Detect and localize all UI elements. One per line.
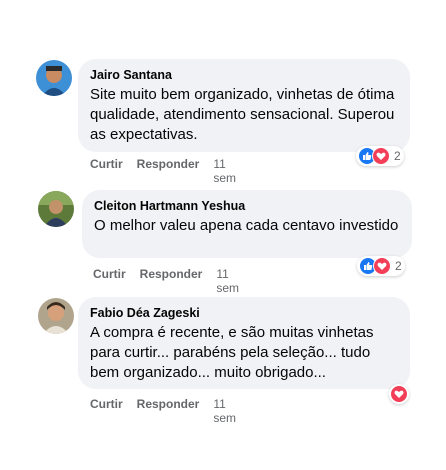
reaction-summary[interactable]: 2 [357, 256, 405, 276]
comment-timestamp[interactable]: 11 sem [216, 267, 239, 295]
reply-button[interactable]: Responder [140, 267, 203, 295]
comment-bubble: Jairo Santana Site muito bem organizado,… [78, 59, 410, 152]
reaction-count: 2 [395, 259, 402, 273]
comment-bubble: Cleiton Hartmann Yeshua O melhor valeu a… [82, 190, 412, 258]
comment-actions: Curtir Responder 11 sem [90, 397, 236, 425]
love-icon [390, 385, 408, 403]
like-button[interactable]: Curtir [90, 397, 123, 425]
reply-button[interactable]: Responder [137, 397, 200, 425]
love-icon [372, 147, 390, 165]
comment-bubble: Fabio Déa Zageski A compra é recente, e … [78, 297, 410, 389]
avatar[interactable] [38, 191, 74, 227]
comment-timestamp[interactable]: 11 sem [213, 397, 236, 425]
comment-timestamp[interactable]: 11 sem [213, 157, 236, 185]
comment-text: O melhor valeu apena cada centavo invest… [94, 217, 399, 234]
comment-author[interactable]: Fabio Déa Zageski [90, 305, 398, 321]
comment-actions: Curtir Responder 11 sem [93, 267, 239, 295]
avatar[interactable] [36, 60, 72, 96]
comment-text: A compra é recente, e são muitas vinheta… [90, 324, 374, 381]
comment-actions: Curtir Responder 11 sem [90, 157, 236, 185]
avatar[interactable] [38, 298, 74, 334]
love-icon [373, 257, 391, 275]
reaction-summary[interactable]: 2 [356, 146, 404, 166]
reaction-count: 2 [394, 149, 401, 163]
comment-author[interactable]: Cleiton Hartmann Yeshua [94, 198, 400, 214]
like-button[interactable]: Curtir [90, 157, 123, 185]
comment-text: Site muito bem organizado, vinhetas de ó… [90, 86, 395, 143]
reply-button[interactable]: Responder [137, 157, 200, 185]
reaction-summary[interactable] [389, 384, 409, 404]
comment-author[interactable]: Jairo Santana [90, 67, 398, 83]
like-button[interactable]: Curtir [93, 267, 126, 295]
